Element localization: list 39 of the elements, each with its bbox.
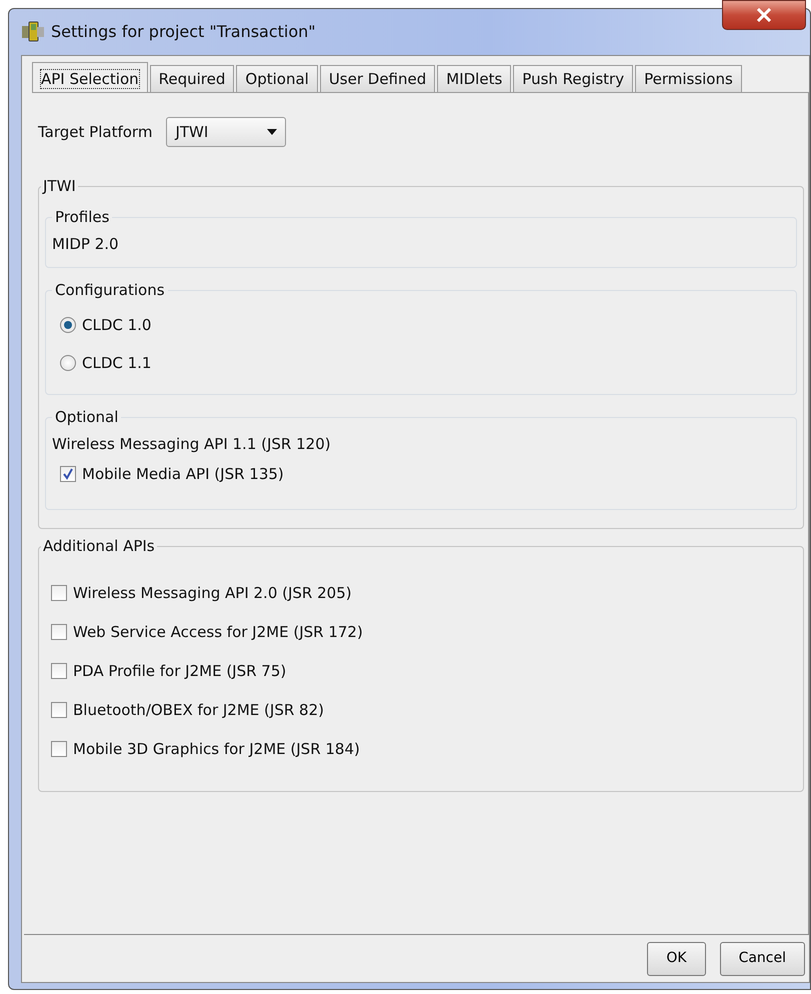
group-title: Optional [54, 407, 120, 428]
api-text: Wireless Messaging API 1.1 (JSR 120) [52, 434, 331, 455]
dialog-button[interactable]: Cancel [720, 942, 805, 976]
checkbox[interactable] [51, 663, 67, 679]
tab[interactable]: MIDlets [437, 65, 512, 92]
checkbox[interactable] [60, 466, 76, 482]
profile-text: MIDP 2.0 [52, 234, 119, 255]
tab[interactable]: Permissions [635, 65, 742, 92]
radio-button[interactable] [60, 317, 76, 333]
group-title: Profiles [54, 207, 110, 228]
tab[interactable]: User Defined [320, 65, 436, 92]
option-label: CLDC 1.1 [82, 352, 152, 374]
option-label: PDA Profile for J2ME (JSR 75) [73, 660, 286, 682]
group-title: JTWI [41, 177, 77, 195]
checkbox[interactable] [51, 741, 67, 757]
caret-icon [267, 129, 278, 135]
checkbox[interactable] [51, 702, 67, 718]
dialog-button[interactable]: OK [647, 942, 706, 976]
checkbox[interactable] [51, 624, 67, 640]
tab[interactable]: Push Registry [513, 65, 634, 92]
tab[interactable]: Optional [236, 65, 318, 92]
app-icon [21, 21, 45, 43]
platform-dropdown[interactable]: JTWI [166, 117, 286, 147]
option-label: Bluetooth/OBEX for J2ME (JSR 82) [73, 700, 324, 721]
window-title: Settings for project "Transaction" [51, 21, 316, 43]
group-title: Additional APIs [42, 537, 156, 555]
tab[interactable]: Required [150, 65, 234, 92]
option-label: CLDC 1.0 [82, 314, 152, 336]
option-label: Web Service Access for J2ME (JSR 172) [73, 622, 363, 643]
radio-button[interactable] [60, 355, 76, 371]
checkbox[interactable] [51, 585, 67, 601]
option-label: Wireless Messaging API 2.0 (JSR 205) [73, 582, 352, 604]
tab[interactable]: API Selection [32, 62, 148, 92]
field-label: Target Platform [38, 122, 152, 143]
option-label: Mobile Media API (JSR 135) [82, 464, 284, 485]
group-title: Configurations [54, 280, 166, 301]
close-button[interactable] [722, 0, 806, 30]
close-icon [756, 8, 772, 22]
option-label: Mobile 3D Graphics for J2ME (JSR 184) [73, 738, 360, 760]
